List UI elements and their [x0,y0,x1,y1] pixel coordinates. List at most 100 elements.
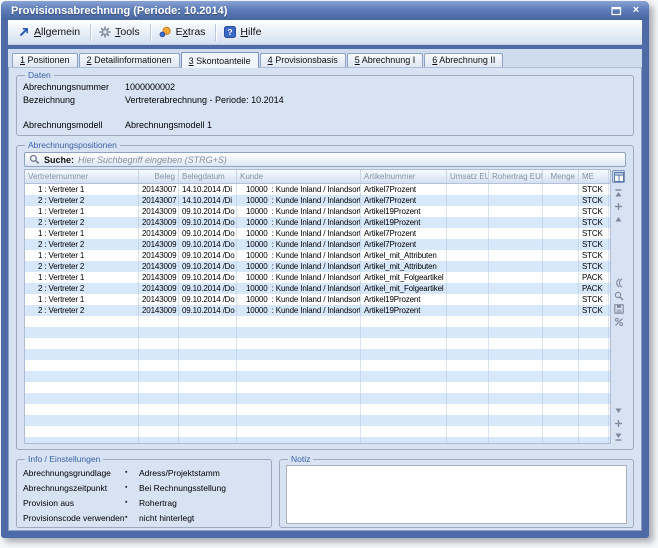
toolbar-button-allgemein[interactable]: Allgemein [12,24,88,40]
column-header-rohertrag-eur[interactable]: Rohertrag EUR [489,170,543,183]
grid-cell [25,393,139,404]
row-down-icon[interactable] [613,405,625,416]
scroll-up-icon[interactable] [613,201,625,212]
grid-area: VertreternummerBelegBelegdatumKundeArtik… [24,169,626,444]
grid-cell [25,371,139,382]
search-bar[interactable]: Suche: [24,152,626,167]
search-icon[interactable] [613,291,625,302]
column-header-umsatz-eur[interactable]: Umsatz EUR [447,170,489,183]
grid-cell [447,437,489,443]
grid-cell: Artikel_mit_Attributen [361,250,447,261]
grid-cell [489,250,543,261]
grid-cell [489,382,543,393]
table-row[interactable]: 2 : Vertreter 22014300909.10.2014 /Do100… [25,239,610,250]
bullet-icon: ▪ [125,481,139,495]
tab-provisionsbasis[interactable]: 4 Provisionsbasis [260,53,346,67]
toolbar-button-extras[interactable]: Extras [153,24,214,40]
field-value: 1000000002 [125,81,175,94]
toolbar-button-hilfe[interactable]: ?Hilfe [218,24,269,40]
percent-icon[interactable] [613,317,625,328]
table-row[interactable]: 2 : Vertreter 22014300909.10.2014 /Do100… [25,217,610,228]
column-header-menge[interactable]: Menge [543,170,579,183]
grid-cell [139,338,179,349]
grid-body: 1 : Vertreter 12014300714.10.2014 /Di100… [25,184,610,443]
tab-positionen[interactable]: 1 Positionen [12,53,78,67]
info-value: Rohertrag [139,496,177,510]
grid-cell [489,272,543,283]
tab-abrechnung-ii[interactable]: 6 Abrechnung II [424,53,503,67]
titlebar[interactable]: Provisionsabrechnung (Periode: 10.2014) … [1,1,649,20]
grid-cell [543,272,579,283]
grid-cell-filler [609,327,610,338]
grid-cell [237,404,361,415]
arrow-up-right-icon [18,26,30,38]
grid-cell: Artikel19Prozent [361,217,447,228]
close-button[interactable]: × [629,4,643,17]
toolbar-separator [90,24,91,41]
grid-cell-filler [609,360,610,371]
save-icon[interactable] [613,304,625,315]
table-row[interactable]: 2 : Vertreter 22014300909.10.2014 /Do100… [25,283,610,294]
scroll-down-icon[interactable] [613,418,625,429]
grid-cell: STCK [579,305,609,316]
grid-cell [543,382,579,393]
grid-cell: 20143009 [139,250,179,261]
table-row[interactable]: 1 : Vertreter 12014300714.10.2014 /Di100… [25,184,610,195]
column-header-belegdatum[interactable]: Belegdatum [179,170,237,183]
grid-cell: 09.10.2014 /Do [179,206,237,217]
grid-cell [543,393,579,404]
grid-cell [237,393,361,404]
scroll-top-icon[interactable] [613,188,625,199]
tab-abrechnung-i[interactable]: 5 Abrechnung I [347,53,424,67]
column-header-kunde[interactable]: Kunde [237,170,361,183]
grid-cell [579,371,609,382]
table-row[interactable]: 1 : Vertreter 12014300909.10.2014 /Do100… [25,250,610,261]
table-row[interactable]: 2 : Vertreter 22014300909.10.2014 /Do100… [25,261,610,272]
grid-cell [543,338,579,349]
toolbar-button-tools[interactable]: Tools [93,24,148,40]
grid-cell-filler [609,393,610,404]
tab-detailinformationen[interactable]: 2 Detailinformationen [79,53,180,67]
empty-row [25,316,610,327]
empty-row [25,393,610,404]
row-up-icon[interactable] [613,214,625,225]
tab-skontoanteile[interactable]: 3 Skontoanteile [181,52,259,68]
grid-cell: 2 : Vertreter 2 [25,261,139,272]
grid-cell [237,382,361,393]
svg-text:?: ? [228,27,233,37]
grid-cell: 1 : Vertreter 1 [25,206,139,217]
help-icon: ? [224,26,236,38]
grid-cell [447,393,489,404]
search-input[interactable] [78,155,621,165]
table-row[interactable]: 1 : Vertreter 12014300909.10.2014 /Do100… [25,272,610,283]
grid-cell [139,371,179,382]
grid-cell: Artikel19Prozent [361,305,447,316]
grid-cell [179,426,237,437]
table-row[interactable]: 2 : Vertreter 22014300909.10.2014 /Do100… [25,305,610,316]
column-header-artikelnummer[interactable]: Artikelnummer [361,170,447,183]
group-icon[interactable] [613,278,625,289]
grid-cell [489,360,543,371]
table-row[interactable]: 1 : Vertreter 12014300909.10.2014 /Do100… [25,228,610,239]
grid-cell [489,261,543,272]
grid-cell: 20143009 [139,206,179,217]
grid-cell [139,426,179,437]
grid-cell [489,217,543,228]
column-header-vertreternummer[interactable]: Vertreternummer [25,170,139,183]
info-row-provisionscode-verwenden: Provisionscode verwenden▪nicht hinterleg… [23,511,265,525]
column-chooser-icon[interactable] [612,170,625,183]
maximize-button[interactable] [609,4,623,17]
grid-cell: Artikel_mit_Folgeartikel [361,283,447,294]
column-header-beleg[interactable]: Beleg [139,170,179,183]
table-row[interactable]: 1 : Vertreter 12014300909.10.2014 /Do100… [25,206,610,217]
grid-cell-filler [609,382,610,393]
grid-cell [179,349,237,360]
tab-label: Positionen [25,55,70,65]
column-header-me[interactable]: ME [579,170,609,183]
grid-cell [25,316,139,327]
notiz-textarea[interactable] [286,465,627,524]
table-row[interactable]: 1 : Vertreter 12014300909.10.2014 /Do100… [25,294,610,305]
scroll-bottom-icon[interactable] [613,431,625,442]
table-row[interactable]: 2 : Vertreter 22014300714.10.2014 /Di100… [25,195,610,206]
grid-cell [139,415,179,426]
